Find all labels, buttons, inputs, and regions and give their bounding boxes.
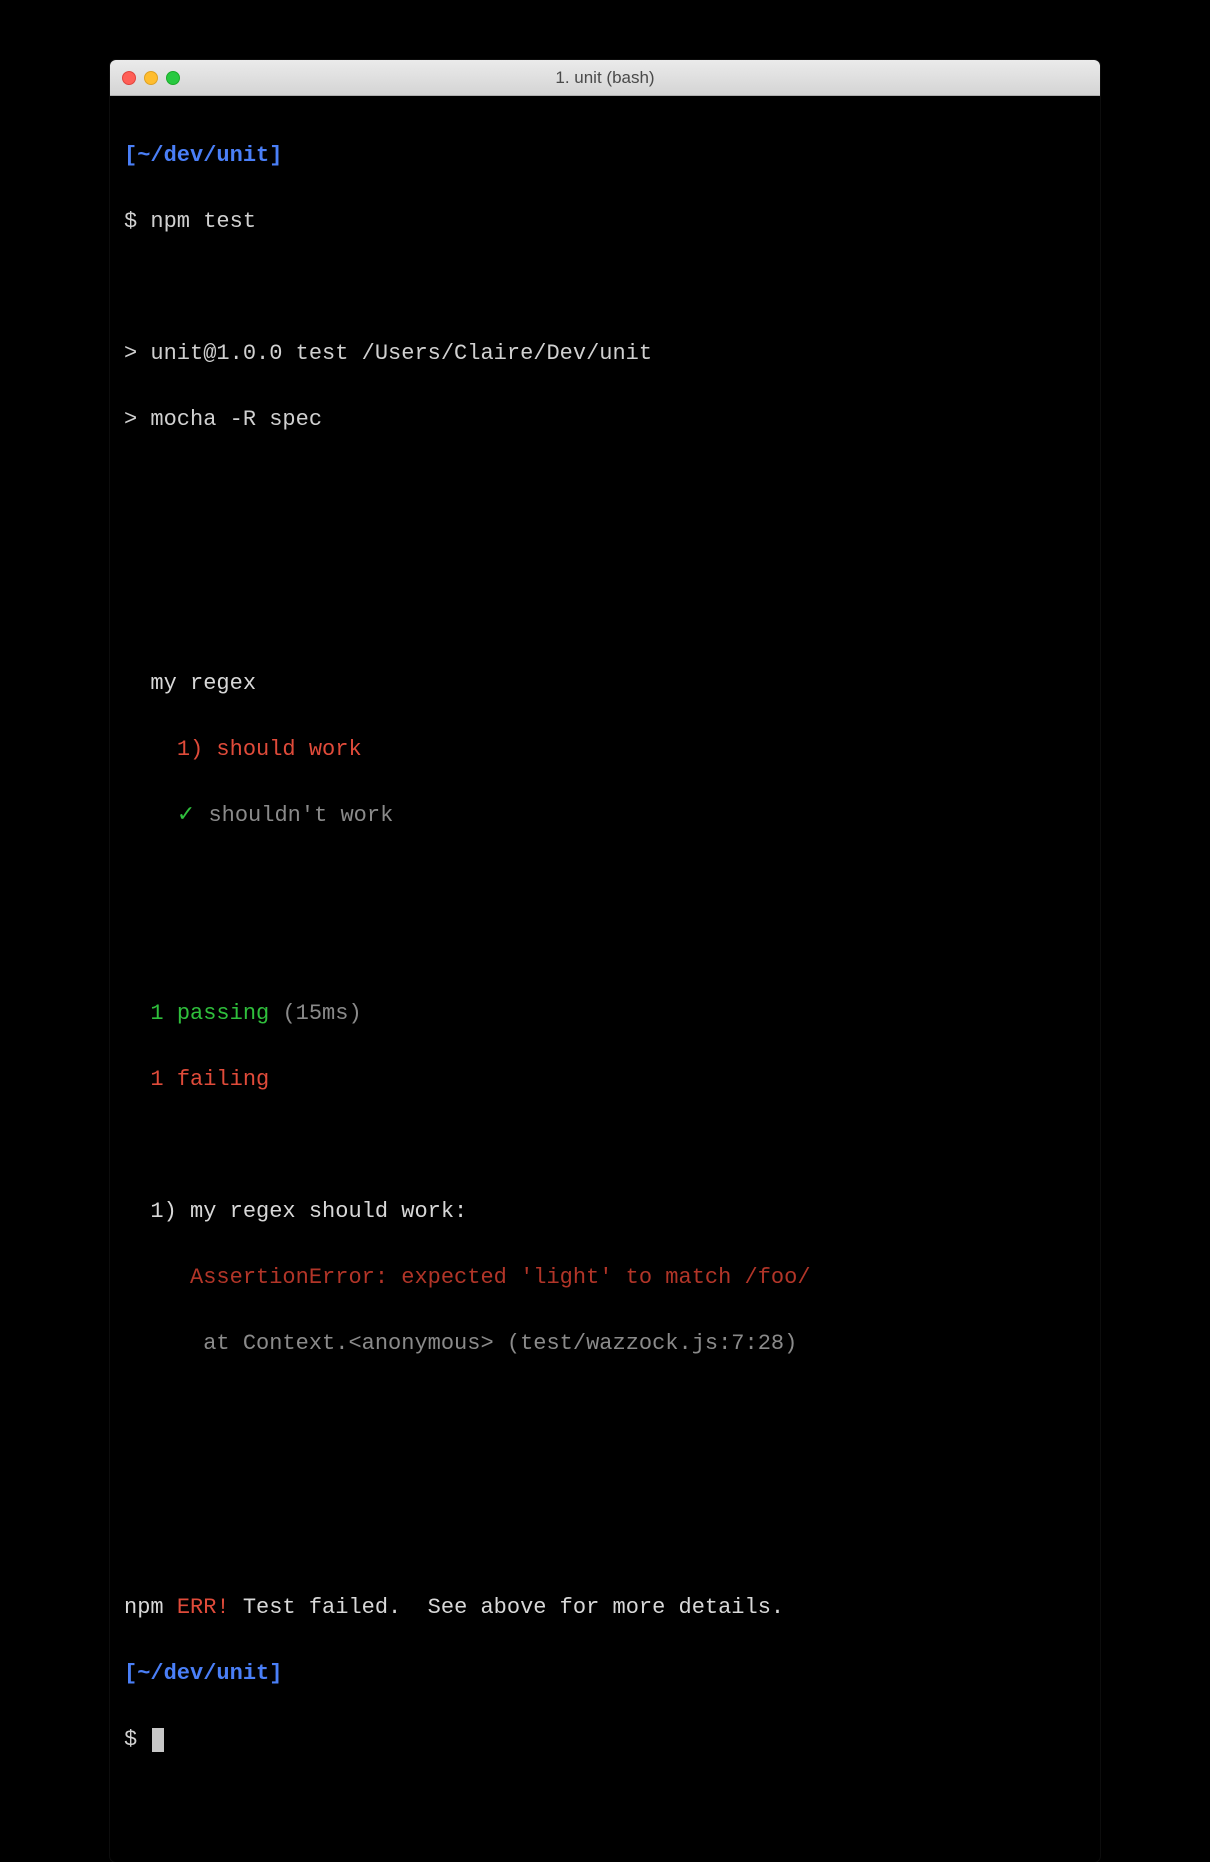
mocha-pass-item: ✓ shouldn't work	[124, 799, 1086, 832]
mocha-fail-item: 1) should work	[124, 733, 1086, 766]
blank-line	[124, 1393, 1086, 1426]
npm-script-header-2: > mocha -R spec	[124, 403, 1086, 436]
pass-word: passing	[177, 1001, 269, 1026]
blank-line	[124, 865, 1086, 898]
prompt-ready: $	[124, 1723, 1086, 1756]
cursor-icon	[152, 1728, 164, 1752]
terminal-body[interactable]: [~/dev/unit] $ npm test > unit@1.0.0 tes…	[110, 96, 1100, 1862]
mocha-error-heading: 1) my regex should work:	[124, 1195, 1086, 1228]
cwd-path: ~/dev/unit	[137, 1661, 269, 1686]
terminal-window: 1. unit (bash) [~/dev/unit] $ npm test >…	[110, 60, 1100, 1862]
prompt-line: [~/dev/unit]	[124, 139, 1086, 172]
blank-line	[124, 601, 1086, 634]
prompt-line: [~/dev/unit]	[124, 1657, 1086, 1690]
blank-line	[124, 535, 1086, 568]
prompt-symbol: $	[124, 209, 137, 234]
npm-err-message: Test failed. See above for more details.	[243, 1595, 784, 1620]
error-title: my regex should work:	[190, 1199, 467, 1224]
close-icon[interactable]	[122, 71, 136, 85]
npm-err-label: ERR!	[177, 1595, 230, 1620]
fail-count: 1	[150, 1067, 163, 1092]
stack-line: at Context.<anonymous> (test/wazzock.js:…	[203, 1331, 797, 1356]
checkmark-icon: ✓	[177, 803, 195, 828]
zoom-icon[interactable]	[166, 71, 180, 85]
pass-count: 1	[150, 1001, 163, 1026]
command-text: npm test	[150, 209, 256, 234]
mocha-suite-name: my regex	[124, 667, 1086, 700]
minimize-icon[interactable]	[144, 71, 158, 85]
title-bar: 1. unit (bash)	[110, 60, 1100, 96]
assertion-error-text: AssertionError: expected 'light' to matc…	[190, 1265, 811, 1290]
mocha-summary-failing: 1 failing	[124, 1063, 1086, 1096]
suite-label: my regex	[150, 671, 256, 696]
blank-line	[124, 1459, 1086, 1492]
blank-line	[124, 1525, 1086, 1558]
traffic-lights	[122, 71, 180, 85]
command-line: $ npm test	[124, 205, 1086, 238]
mocha-stack-trace: at Context.<anonymous> (test/wazzock.js:…	[124, 1327, 1086, 1360]
cwd-close-bracket: ]	[269, 1661, 282, 1686]
mocha-summary-passing: 1 passing (15ms)	[124, 997, 1086, 1030]
window-title: 1. unit (bash)	[110, 68, 1100, 88]
fail-item-number: 1)	[177, 737, 203, 762]
error-num: 1)	[150, 1199, 176, 1224]
blank-line	[124, 1129, 1086, 1162]
npm-prefix: npm	[124, 1595, 164, 1620]
blank-line	[124, 271, 1086, 304]
blank-line	[124, 469, 1086, 502]
cwd-close-bracket: ]	[269, 143, 282, 168]
cwd-open-bracket: [	[124, 143, 137, 168]
blank-line	[124, 931, 1086, 964]
npm-error-line: npm ERR! Test failed. See above for more…	[124, 1591, 1086, 1624]
cwd-open-bracket: [	[124, 1661, 137, 1686]
pass-item-label: shouldn't work	[208, 803, 393, 828]
fail-item-label: should work	[216, 737, 361, 762]
npm-script-header-1: > unit@1.0.0 test /Users/Claire/Dev/unit	[124, 337, 1086, 370]
cwd-path: ~/dev/unit	[137, 143, 269, 168]
prompt-symbol: $	[124, 1727, 137, 1752]
fail-word: failing	[177, 1067, 269, 1092]
mocha-assertion-error: AssertionError: expected 'light' to matc…	[124, 1261, 1086, 1294]
pass-time: (15ms)	[282, 1001, 361, 1026]
